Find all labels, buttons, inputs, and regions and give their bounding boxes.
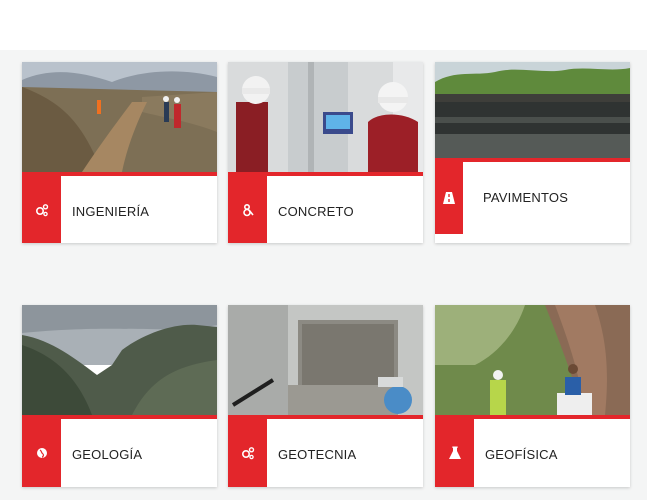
service-card-geotecnia[interactable]: GEOTECNIA — [228, 305, 423, 487]
card-title: PAVIMENTOS — [483, 190, 569, 205]
ingenieria-photo — [22, 62, 217, 172]
card-title: INGENIERÍA — [72, 204, 150, 219]
service-card-pavimentos[interactable]: PAVIMENTOS — [435, 62, 630, 243]
icon-badge — [435, 162, 463, 234]
card-divider — [435, 158, 630, 162]
flask-icon — [448, 446, 461, 459]
pavimentos-photo — [435, 62, 630, 158]
road-icon — [443, 192, 455, 204]
top-header-bar — [0, 0, 647, 50]
card-title: CONCRETO — [278, 204, 354, 219]
icon-badge — [22, 176, 61, 243]
service-card-ingenieria[interactable]: INGENIERÍA — [22, 62, 217, 243]
geofisica-photo — [435, 305, 630, 415]
icon-badge — [228, 419, 267, 487]
card-title: GEOFÍSICA — [485, 447, 558, 462]
concreto-photo — [228, 62, 423, 172]
ampersand-icon — [242, 203, 254, 216]
geotecnia-photo — [228, 305, 423, 415]
icon-badge — [22, 419, 61, 487]
cogs-icon — [35, 203, 48, 216]
service-card-geofisica[interactable]: GEOFÍSICA — [435, 305, 630, 487]
card-title: GEOTECNIA — [278, 447, 357, 462]
service-card-geologia[interactable]: GEOLOGÍA — [22, 305, 217, 487]
card-title: GEOLOGÍA — [72, 447, 143, 462]
globe-icon — [36, 448, 47, 458]
icon-badge — [435, 419, 474, 487]
cogs-icon — [241, 447, 254, 460]
service-card-concreto[interactable]: CONCRETO — [228, 62, 423, 243]
geologia-photo — [22, 305, 217, 415]
icon-badge — [228, 176, 267, 243]
